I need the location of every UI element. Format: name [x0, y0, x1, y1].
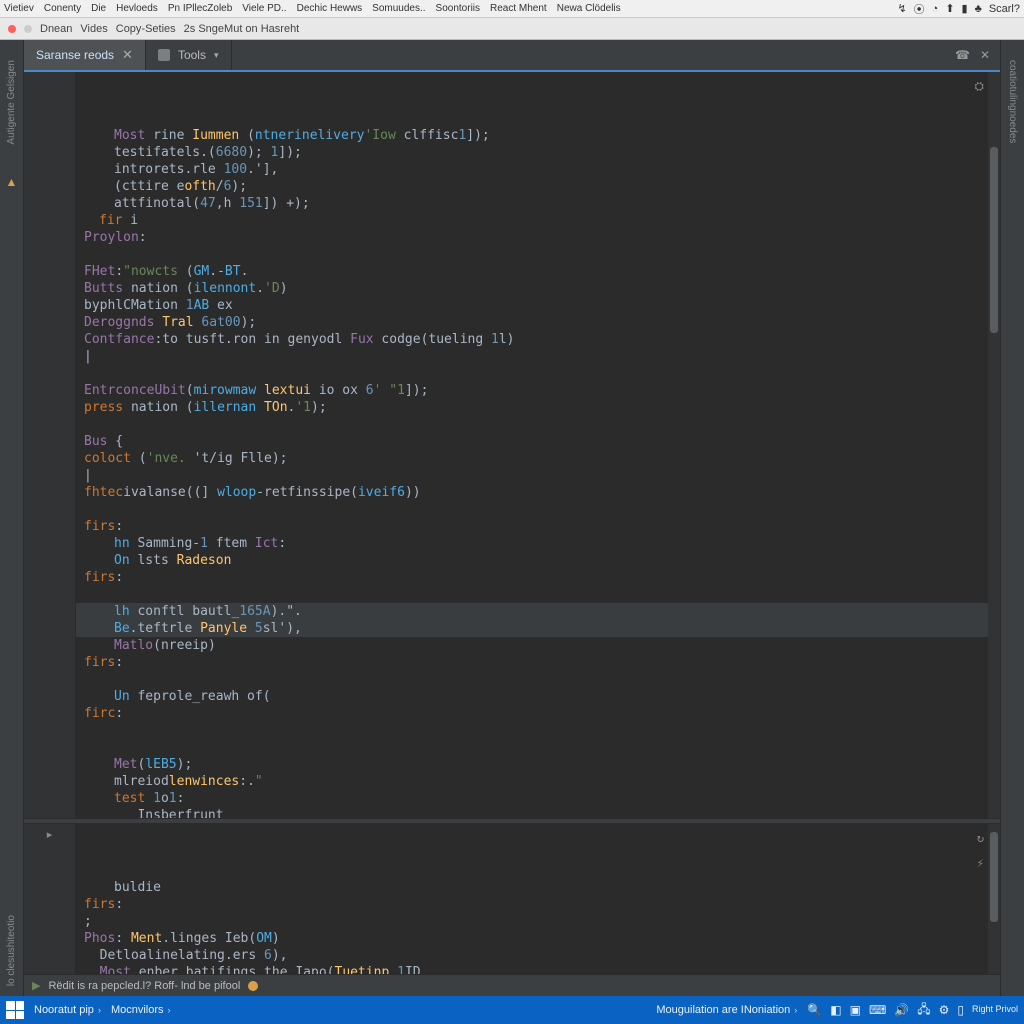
- os-taskbar: Nooratut pip› Mocnvilors› Mouguilation a…: [0, 996, 1024, 1024]
- tray-icon[interactable]: ⬆: [945, 2, 954, 15]
- menu-item[interactable]: Viele PD..: [242, 3, 286, 14]
- code-editor[interactable]: ⛭ Most rine Iummen (ntnerinelivery'Iow c…: [76, 72, 988, 818]
- ide-body: Autigente Gelsigen ▲ lo clesushiteotio S…: [0, 40, 1024, 996]
- cog-icon[interactable]: ⛭: [974, 78, 984, 95]
- os-menubar: Vietiev Conenty Die Hevloeds Pn IPllecZo…: [0, 0, 1024, 18]
- file-icon: [158, 49, 170, 61]
- tab-label: Tools: [178, 48, 206, 62]
- title-part: 2s SngeMut on Hasreht: [184, 23, 300, 35]
- bulb-icon[interactable]: [248, 981, 258, 991]
- taskbar-tray: 🔍 ◧ ▣ ⌨ 🔊 🖧 ⚙ ▯ Right Privol: [807, 1000, 1018, 1021]
- tab-close-icon[interactable]: ✕: [122, 47, 133, 63]
- tray-icon[interactable]: ◧: [830, 1003, 841, 1017]
- refresh-icon[interactable]: ↻: [977, 830, 984, 847]
- code-editor-lower[interactable]: ↻ ⚡ buldiefirs:;Phos: Ment.linges Ieb(OM…: [76, 824, 988, 974]
- tab-more-icon[interactable]: ▾: [214, 50, 219, 61]
- menu-item[interactable]: Die: [91, 3, 106, 14]
- side-label[interactable]: Autigente Gelsigen: [6, 60, 17, 145]
- editor-tab-active[interactable]: Saranse reods ✕: [24, 40, 146, 70]
- close-panel-icon[interactable]: ✕: [980, 48, 990, 62]
- warning-icon[interactable]: ▲: [6, 175, 18, 189]
- tab-label: Saranse reods: [36, 48, 114, 62]
- system-tray: ↯ ⦿ ◔ ⬆ ▮ ♣ Scarl?: [897, 1, 1020, 17]
- tray-icon[interactable]: ↯: [897, 2, 906, 15]
- side-label[interactable]: coatiotulingnoedes: [1007, 60, 1018, 143]
- tray-icon[interactable]: ♣: [975, 3, 982, 15]
- editor-tab[interactable]: Tools ▾: [146, 40, 232, 70]
- tray-icon[interactable]: ⌨: [869, 1003, 886, 1017]
- title-part: Dnean: [40, 23, 72, 35]
- title-part: Vides: [80, 23, 107, 35]
- taskbar-item[interactable]: Mouguilation are INoniation›: [656, 1004, 797, 1016]
- menu-item[interactable]: Soontoriis: [436, 3, 480, 14]
- tray-icon[interactable]: ⚙: [939, 1003, 950, 1017]
- play-gutter-icon[interactable]: ▸: [24, 824, 75, 841]
- status-bar: ▶ Rëdit is ra pepcled.l? Roff- lnd be pi…: [24, 974, 1000, 996]
- vertical-scrollbar[interactable]: [988, 824, 1000, 974]
- window-close-dot[interactable]: [8, 25, 16, 33]
- tray-text: Scarl?: [989, 3, 1020, 15]
- vertical-scrollbar[interactable]: [988, 72, 1000, 818]
- side-label-lower[interactable]: lo clesushiteotio: [6, 915, 17, 986]
- flash-icon[interactable]: ⚡: [977, 855, 984, 872]
- menu-item[interactable]: React Mhent: [490, 3, 547, 14]
- tray-icon[interactable]: ⦿: [914, 1, 925, 17]
- window-min-dot[interactable]: [24, 25, 32, 33]
- menu-item[interactable]: Hevloeds: [116, 3, 158, 14]
- right-tool-strip: coatiotulingnoedes: [1000, 40, 1024, 996]
- status-text: Rëdit is ra pepcled.l? Roff- lnd be pifo…: [48, 980, 240, 992]
- taskbar-item[interactable]: Mocnvilors›: [111, 1004, 171, 1016]
- code-pane-bottom-wrap: ▸ ↻ ⚡ buldiefirs:;Phos: Ment.linges Ieb(…: [24, 824, 1000, 974]
- start-button[interactable]: [6, 1001, 24, 1019]
- menu-item[interactable]: Vietiev: [4, 3, 34, 14]
- tray-icon[interactable]: ▣: [850, 1003, 861, 1017]
- editor-tabbar: Saranse reods ✕ Tools ▾ ☎ ✕: [24, 40, 1000, 72]
- menu-item[interactable]: Pn IPllecZoleb: [168, 3, 232, 14]
- tray-icon[interactable]: ▮: [962, 2, 968, 15]
- menu-item[interactable]: Conenty: [44, 3, 81, 14]
- tray-icon[interactable]: ▯: [957, 1003, 964, 1017]
- tray-icon[interactable]: 🖧: [917, 1000, 930, 1021]
- title-part: Copy-Seties: [116, 23, 176, 35]
- tray-icon[interactable]: ◔: [932, 3, 939, 15]
- tray-icon[interactable]: 🔍: [807, 1003, 822, 1017]
- tray-icon[interactable]: 🔊: [894, 1003, 909, 1017]
- code-pane-top: ⛭ Most rine Iummen (ntnerinelivery'Iow c…: [24, 72, 1000, 818]
- menu-item[interactable]: Dechic Hewws: [297, 3, 363, 14]
- menu-item[interactable]: Somuudes..: [372, 3, 425, 14]
- line-gutter[interactable]: ▸: [24, 824, 76, 974]
- tray-clock-text: Right Privol: [972, 1005, 1018, 1014]
- left-tool-strip: Autigente Gelsigen ▲ lo clesushiteotio: [0, 40, 24, 996]
- taskbar-item[interactable]: Nooratut pip›: [34, 1004, 101, 1016]
- editor-area: Saranse reods ✕ Tools ▾ ☎ ✕ ⛭ Most rine …: [24, 40, 1000, 996]
- run-icon[interactable]: ▶: [32, 979, 40, 992]
- window-titlebar: Dnean Vides Copy-Seties 2s SngeMut on Ha…: [0, 18, 1024, 40]
- phone-icon[interactable]: ☎: [955, 48, 970, 62]
- menu-item[interactable]: Newa Clödelis: [557, 3, 621, 14]
- line-gutter[interactable]: [24, 72, 76, 818]
